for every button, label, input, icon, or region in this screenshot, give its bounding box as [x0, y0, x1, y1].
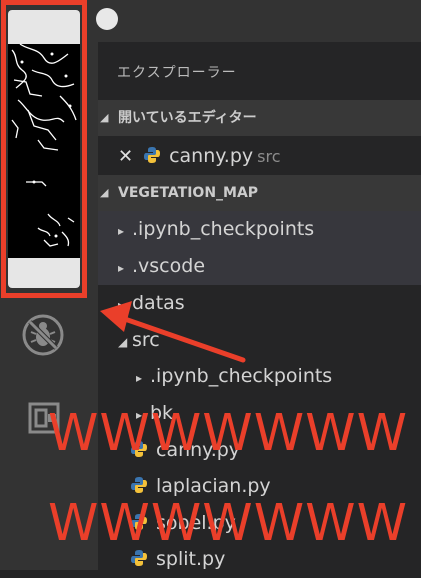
annotation-text: WWWWWWW	[48, 404, 408, 463]
annotation-text: WWWWWWW	[48, 494, 408, 553]
annotation-arrow-icon	[100, 301, 246, 363]
